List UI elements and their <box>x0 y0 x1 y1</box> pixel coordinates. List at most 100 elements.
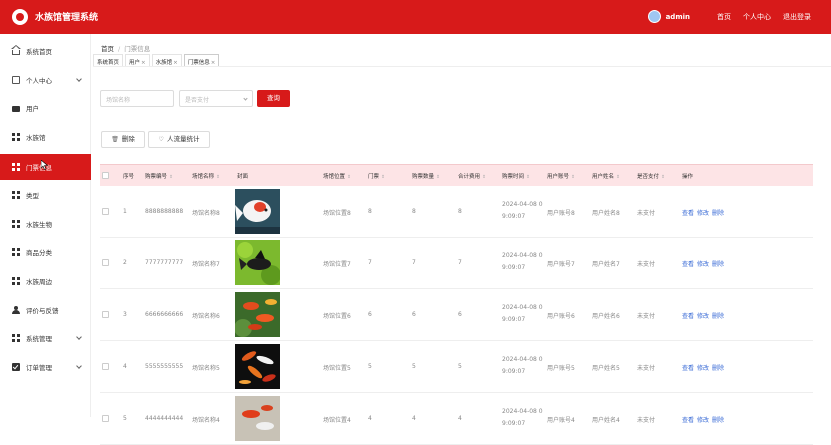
cell-time: 2024-04-08 0 <box>502 304 543 311</box>
cover-image[interactable] <box>235 292 280 337</box>
row-checkbox[interactable] <box>102 311 109 318</box>
col-no[interactable]: 序号 <box>123 172 134 180</box>
cell-location: 场馆位置7 <box>323 261 351 268</box>
chevron-down-icon <box>76 363 82 369</box>
row-checkbox[interactable] <box>102 208 109 215</box>
sort-icon: ⇕ <box>169 175 173 180</box>
avatar[interactable] <box>647 10 661 23</box>
cell-total: 7 <box>458 259 462 266</box>
home-icon <box>11 45 21 55</box>
grid-icon <box>12 277 20 285</box>
cell-qty: 8 <box>412 208 416 215</box>
col-qty[interactable]: 购票数量 ⇕ <box>412 172 440 180</box>
sort-icon: ⇕ <box>482 175 486 180</box>
row-checkbox[interactable] <box>102 363 109 370</box>
edit-link[interactable]: 修改 <box>697 261 709 268</box>
cell-paid: 未支付 <box>637 261 656 268</box>
sidebar-item-users[interactable]: 用户 <box>0 95 91 121</box>
chevron-down-icon <box>76 334 82 340</box>
delete-link[interactable]: 删除 <box>712 261 724 268</box>
venue-name-input[interactable]: 场馆名称 <box>100 90 174 107</box>
col-time[interactable]: 购票时间 ⇕ <box>502 172 530 180</box>
cell-time: 9:09:07 <box>502 420 526 427</box>
nav-home-link[interactable]: 首页 <box>717 12 731 22</box>
cell-name: 用户姓名6 <box>592 313 620 320</box>
delete-link[interactable]: 删除 <box>712 417 724 424</box>
cell-price: 4 <box>368 415 372 422</box>
sidebar-item-system[interactable]: 系统管理 <box>0 325 91 351</box>
cell-location: 场馆位置4 <box>323 417 351 424</box>
edit-link[interactable]: 修改 <box>697 210 709 217</box>
sidebar-item-aquarium[interactable]: 水族馆 <box>0 124 91 150</box>
cover-image[interactable] <box>235 344 280 389</box>
cell-ticket-id: 6666666666 <box>145 311 184 318</box>
cell-paid: 未支付 <box>637 313 656 320</box>
sidebar-item-orders[interactable]: 订单管理 <box>0 354 91 380</box>
paid-select[interactable]: 是否支付 <box>179 90 253 107</box>
cell-total: 5 <box>458 363 462 370</box>
cell-paid: 未支付 <box>637 417 656 424</box>
col-account[interactable]: 用户账号 ⇕ <box>547 172 575 180</box>
sidebar-item-categories[interactable]: 商品分类 <box>0 239 91 265</box>
nav-profile-link[interactable]: 个人中心 <box>743 12 771 22</box>
row-checkbox[interactable] <box>102 415 109 422</box>
table-row: 3 6666666666 场馆名称6 场馆位置6 6 6 6 2024-04-08 0 9:09… <box>100 289 813 341</box>
col-label: 购票数量 <box>412 174 435 180</box>
sidebar-item-creatures[interactable]: 水族生物 <box>0 211 91 237</box>
paid-placeholder: 是否支付 <box>185 97 210 104</box>
search-button[interactable]: 查询 <box>257 90 290 107</box>
grid-icon <box>12 334 20 342</box>
col-label: 场馆名称 <box>192 174 215 180</box>
col-ticket-id[interactable]: 购票编号 ⇕ <box>145 172 173 180</box>
cover-image[interactable] <box>235 396 280 441</box>
delete-link[interactable]: 删除 <box>712 365 724 372</box>
cell-qty: 4 <box>412 415 416 422</box>
cell-no: 1 <box>123 208 127 215</box>
grid-icon <box>12 220 20 228</box>
sidebar-item-home[interactable]: 系统首页 <box>0 38 91 64</box>
chevron-down-icon <box>76 76 82 82</box>
cover-image[interactable] <box>235 240 280 285</box>
col-venue[interactable]: 场馆名称 ⇕ <box>192 172 220 180</box>
view-link[interactable]: 查看 <box>682 417 694 424</box>
delete-link[interactable]: 删除 <box>712 313 724 320</box>
sidebar-item-profile[interactable]: 个人中心 <box>0 67 91 93</box>
view-link[interactable]: 查看 <box>682 261 694 268</box>
view-link[interactable]: 查看 <box>682 210 694 217</box>
grid-icon <box>12 248 20 256</box>
col-location[interactable]: 场馆位置 ⇕ <box>323 172 351 180</box>
select-all-checkbox[interactable] <box>102 172 109 179</box>
row-checkbox[interactable] <box>102 259 109 266</box>
delete-link[interactable]: 删除 <box>712 210 724 217</box>
cell-ticket-id: 5555555555 <box>145 363 184 370</box>
breadcrumb: 首页 / 门票信息 <box>101 43 150 53</box>
edit-link[interactable]: 修改 <box>697 365 709 372</box>
delete-button[interactable]: 🗑 删除 <box>101 131 145 148</box>
trash-icon: 🗑 <box>111 136 119 143</box>
cell-price: 6 <box>368 311 372 318</box>
nav-logout-link[interactable]: 退出登录 <box>783 12 811 22</box>
breadcrumb-home[interactable]: 首页 <box>101 45 114 53</box>
sidebar-item-merch[interactable]: 水族周边 <box>0 268 91 294</box>
cell-venue: 场馆名称6 <box>192 313 220 320</box>
cell-ticket-id: 4444444444 <box>145 415 184 422</box>
sidebar-item-feedback[interactable]: 评价与反馈 <box>0 297 91 323</box>
col-price[interactable]: 门票 ⇕ <box>368 172 385 180</box>
col-total[interactable]: 合计费用 ⇕ <box>458 172 486 180</box>
cell-total: 6 <box>458 311 462 318</box>
traffic-stats-button[interactable]: ♡ 人流量统计 <box>148 131 210 148</box>
col-name[interactable]: 用户姓名 ⇕ <box>592 172 620 180</box>
view-link[interactable]: 查看 <box>682 313 694 320</box>
view-link[interactable]: 查看 <box>682 365 694 372</box>
edit-link[interactable]: 修改 <box>697 417 709 424</box>
edit-link[interactable]: 修改 <box>697 313 709 320</box>
table-header: 序号 购票编号 ⇕ 场馆名称 ⇕ 封面 场馆位置 ⇕ 门票 ⇕ 购票数量 ⇕ 合计费用 ⇕ … <box>100 164 813 186</box>
col-label: 门票 <box>368 174 380 180</box>
sidebar-item-types[interactable]: 类型 <box>0 182 91 208</box>
cell-total: 8 <box>458 208 462 215</box>
col-label: 场馆位置 <box>323 174 346 180</box>
cell-time: 9:09:07 <box>502 213 526 220</box>
sidebar-item-label: 用户 <box>26 105 39 113</box>
cover-image[interactable] <box>235 189 280 234</box>
col-paid[interactable]: 是否支付 ⇕ <box>637 172 665 180</box>
